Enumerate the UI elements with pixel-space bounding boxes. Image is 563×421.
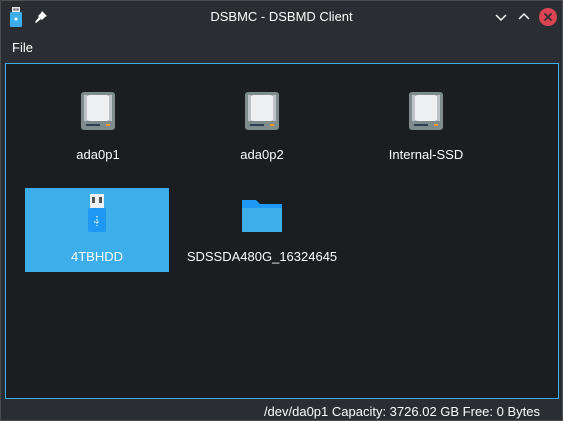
close-icon[interactable] [539, 8, 557, 26]
device-item[interactable]: SDSSDA480G_16324645 [187, 188, 337, 272]
hard-disk-icon [409, 92, 443, 130]
device-label: ada0p1 [76, 147, 120, 162]
device-label: SDSSDA480G_16324645 [186, 249, 338, 264]
device-item[interactable]: ada0p2 [190, 86, 334, 170]
device-item-selected[interactable]: 4TBHDD [25, 188, 169, 272]
title-bar[interactable]: DSBMC - DSBMD Client [1, 1, 562, 33]
menu-bar: File [1, 37, 562, 57]
device-label: Internal-SSD [388, 147, 464, 162]
device-view[interactable]: ada0p1 ada0p2 Internal-SSD 4TBHDD SDSSDA… [5, 63, 559, 399]
usb-drive-icon [88, 194, 106, 232]
minimize-icon[interactable] [492, 8, 510, 26]
device-label: ada0p2 [240, 147, 284, 162]
hard-disk-icon [245, 92, 279, 130]
device-label: 4TBHDD [70, 249, 123, 264]
device-item[interactable]: ada0p1 [26, 86, 170, 170]
maximize-icon[interactable] [515, 8, 533, 26]
app-window: DSBMC - DSBMD Client File ada0p1 ada0p2 … [0, 0, 563, 421]
status-bar: /dev/da0p1 Capacity: 3726.02 GB Free: 0 … [263, 404, 540, 419]
menu-file[interactable]: File [12, 40, 33, 55]
folder-icon [242, 200, 282, 232]
hard-disk-icon [81, 92, 115, 130]
window-title: DSBMC - DSBMD Client [210, 9, 353, 24]
device-item[interactable]: Internal-SSD [354, 86, 498, 170]
